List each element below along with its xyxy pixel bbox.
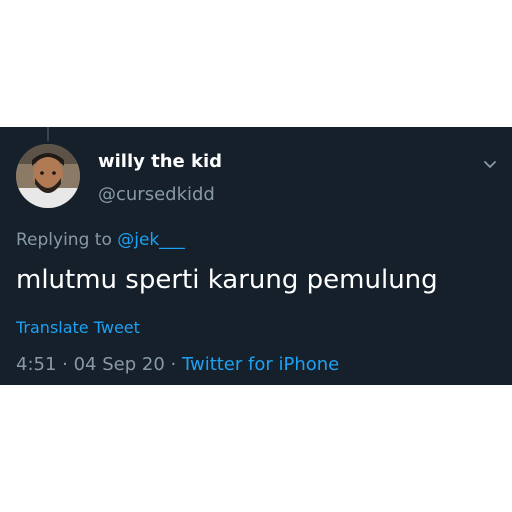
replying-to-line: Replying to @jek___ <box>16 229 185 251</box>
thread-connector-line <box>47 127 49 141</box>
meta-separator: · <box>56 354 74 375</box>
display-name[interactable]: willy the kid <box>98 151 222 173</box>
reply-mention-link[interactable]: @jek___ <box>117 230 185 250</box>
translate-tweet-link[interactable]: Translate Tweet <box>16 317 140 339</box>
tweet-time: 4:51 <box>16 354 57 375</box>
chevron-down-icon[interactable] <box>480 154 500 174</box>
tweet-card: willy the kid @cursedkidd Replying to @j… <box>0 127 512 385</box>
replying-to-label: Replying to <box>16 230 118 250</box>
meta-separator: · <box>164 354 182 375</box>
avatar-image <box>16 144 80 208</box>
user-handle[interactable]: @cursedkidd <box>98 184 215 206</box>
tweet-text: mlutmu sperti karung pemulung <box>16 265 438 295</box>
tweet-date: 04 Sep 20 <box>73 354 165 375</box>
avatar[interactable] <box>16 144 80 208</box>
tweet-metadata: 4:51 · 04 Sep 20 · Twitter for iPhone <box>16 353 339 377</box>
tweet-source-link[interactable]: Twitter for iPhone <box>182 354 339 375</box>
